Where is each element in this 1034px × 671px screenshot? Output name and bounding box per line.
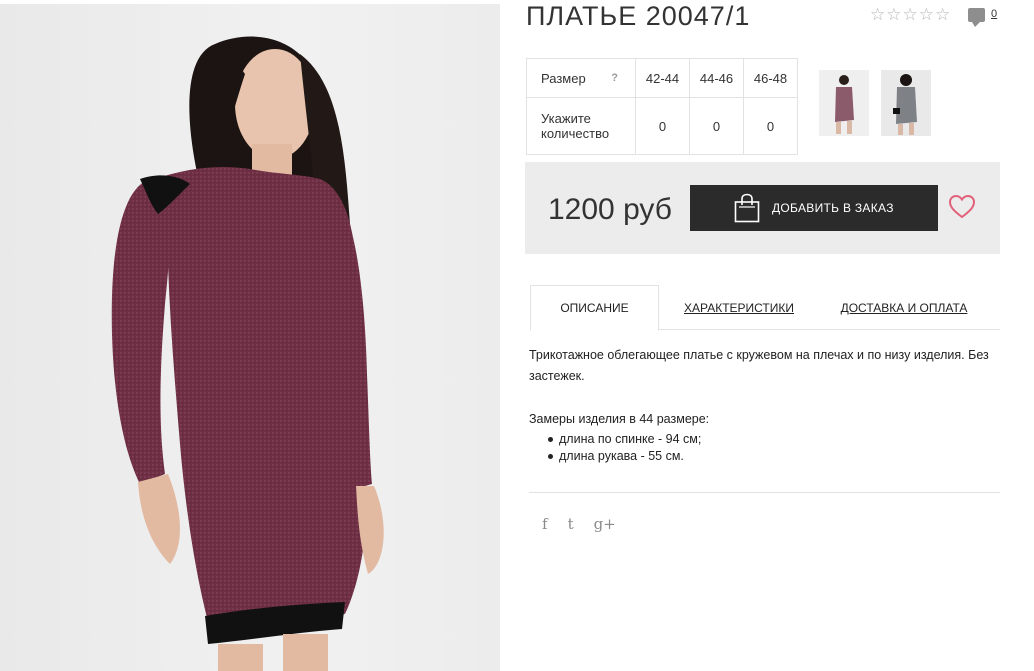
- comments-link[interactable]: 0: [968, 8, 997, 27]
- google-plus-icon[interactable]: g+: [594, 515, 616, 533]
- tab-characteristics-label: ХАРАКТЕРИСТИКИ: [683, 300, 794, 315]
- quantity-input-1[interactable]: 0: [635, 97, 690, 155]
- dress-model-illustration: [111, 36, 384, 671]
- divider: [529, 492, 1000, 493]
- size-column-1: 42-44: [635, 58, 690, 98]
- color-thumbnails: [819, 70, 931, 136]
- comment-icon: [968, 8, 985, 27]
- tab-description-label: ОПИСАНИЕ: [560, 301, 629, 315]
- star-outline-icon[interactable]: ☆: [935, 6, 950, 24]
- add-to-order-label: ДОБАВИТЬ В ЗАКАЗ: [772, 201, 894, 215]
- size-quantity-table: Размер ? 42-44 44-46 46-48 Укажите колич…: [526, 58, 798, 155]
- size-label: Размер: [541, 70, 586, 86]
- product-tabs: ОПИСАНИЕ ХАРАКТЕРИСТИКИ ДОСТАВКА И ОПЛАТ…: [530, 285, 1000, 331]
- tab-delivery-payment-label: ДОСТАВКА И ОПЛАТА: [840, 300, 968, 315]
- comments-count[interactable]: 0: [991, 8, 997, 20]
- tab-characteristics[interactable]: ХАРАКТЕРИСТИКИ: [680, 285, 798, 330]
- facebook-icon[interactable]: f: [542, 515, 548, 533]
- twitter-icon[interactable]: t: [568, 515, 574, 533]
- star-outline-icon[interactable]: ☆: [919, 6, 934, 24]
- quantity-input-3[interactable]: 0: [743, 97, 798, 155]
- tab-description[interactable]: ОПИСАНИЕ: [530, 285, 659, 331]
- product-description: Трикотажное облегающее платье с кружевом…: [529, 348, 989, 383]
- social-share: f t g+: [542, 515, 616, 533]
- quantity-input-2[interactable]: 0: [689, 97, 744, 155]
- price-box: 1200 руб ДОБАВИТЬ В ЗАКАЗ: [525, 162, 1000, 254]
- thumbnail-burgundy[interactable]: [819, 70, 869, 136]
- measures-title: Замеры изделия в 44 размере:: [529, 412, 710, 426]
- measure-item: длина рукава - 55 см.: [548, 448, 701, 465]
- star-outline-icon[interactable]: ☆: [870, 6, 885, 24]
- product-main-photo[interactable]: [0, 4, 500, 671]
- rating-stars[interactable]: ☆ ☆ ☆ ☆ ☆: [870, 6, 950, 24]
- size-column-2: 44-46: [689, 58, 744, 98]
- measures-list: длина по спинке - 94 см; длина рукава - …: [548, 431, 701, 465]
- quantity-label: Укажите количество: [526, 97, 636, 155]
- thumbnail-grey-image: [881, 70, 931, 136]
- heart-outline-icon[interactable]: [948, 193, 976, 221]
- shopping-bag-icon: [734, 193, 760, 223]
- size-column-3: 46-48: [743, 58, 798, 98]
- product-title: ПЛАТЬЕ 20047/1: [526, 1, 751, 31]
- star-outline-icon[interactable]: ☆: [903, 6, 918, 24]
- size-header-row: Размер ? 42-44 44-46 46-48: [526, 58, 798, 98]
- star-outline-icon[interactable]: ☆: [886, 6, 901, 24]
- price-amount: 1200 руб: [548, 193, 672, 226]
- thumbnail-burgundy-image: [819, 70, 869, 136]
- add-to-order-button[interactable]: ДОБАВИТЬ В ЗАКАЗ: [690, 185, 938, 231]
- thumbnail-grey[interactable]: [881, 70, 931, 136]
- measure-item: длина по спинке - 94 см;: [548, 431, 701, 448]
- quantity-row: Укажите количество 0 0 0: [526, 97, 798, 155]
- tab-delivery-payment[interactable]: ДОСТАВКА И ОПЛАТА: [838, 285, 970, 330]
- size-help-icon[interactable]: ?: [611, 72, 618, 84]
- size-label-cell: Размер ?: [526, 58, 636, 98]
